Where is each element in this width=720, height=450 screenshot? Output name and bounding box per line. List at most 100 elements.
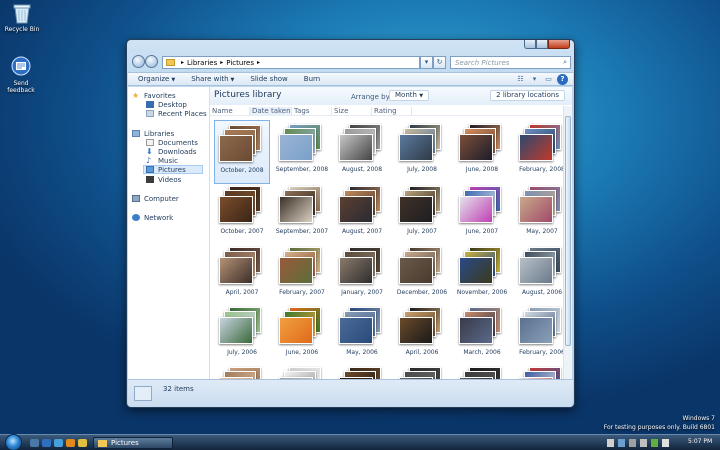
start-button[interactable] <box>5 434 22 450</box>
organize-button[interactable]: Organize ▼ <box>138 75 175 83</box>
photo-group-label: August, 2006 <box>521 289 563 296</box>
photo-group-tile[interactable]: December, 2006 <box>394 243 450 307</box>
breadcrumb-arrow-icon[interactable]: ▸ <box>257 59 260 66</box>
library-locations-button[interactable]: 2 library locations <box>490 90 565 101</box>
photo-thumbnail <box>219 317 253 344</box>
tray-expand-icon[interactable] <box>607 439 614 447</box>
nav-downloads[interactable]: ⬇ Downloads <box>146 147 196 156</box>
photo-group-tile[interactable]: May, 2007 <box>514 182 570 246</box>
maximize-button[interactable] <box>536 40 548 49</box>
show-desktop-icon[interactable] <box>30 439 39 447</box>
back-button[interactable] <box>132 55 145 68</box>
photo-thumbnail <box>459 317 493 344</box>
photo-group-tile[interactable]: July, 2006 <box>214 303 270 367</box>
nav-desktop[interactable]: Desktop <box>146 100 187 109</box>
photo-group-tile[interactable]: January, 2007 <box>334 243 390 307</box>
media-player-icon[interactable] <box>66 439 75 447</box>
tray-volume-icon[interactable] <box>629 439 636 447</box>
photo-group-tile[interactable]: August, 2006 <box>514 243 570 307</box>
photo-group-tile[interactable]: October, 2008 <box>214 120 270 184</box>
nav-music[interactable]: ♪ Music <box>146 156 178 165</box>
photo-group-tile[interactable]: April, 2007 <box>214 243 270 307</box>
share-with-button[interactable]: Share with ▼ <box>191 75 234 83</box>
photo-group-tile[interactable]: September, 2008 <box>274 120 330 184</box>
network-globe-icon <box>132 214 140 221</box>
search-input[interactable]: Search Pictures ⌕ <box>450 56 571 69</box>
preview-pane-icon[interactable]: ▭ <box>543 74 554 85</box>
internet-explorer-icon[interactable] <box>54 439 63 447</box>
tray-power-icon[interactable] <box>651 439 658 447</box>
address-dropdown-icon[interactable]: ▾ <box>420 56 433 69</box>
arrange-by-dropdown[interactable]: Month ▼ <box>389 90 430 101</box>
close-button[interactable] <box>548 40 570 49</box>
photo-group-label: March, 2006 <box>463 349 501 356</box>
address-tools: ▾ ↻ <box>420 56 446 69</box>
minimize-button[interactable] <box>524 40 536 49</box>
forward-button[interactable] <box>145 55 158 68</box>
photo-group-tile[interactable]: May, 2006 <box>334 303 390 367</box>
search-icon[interactable]: ⌕ <box>563 58 567 67</box>
breadcrumb-pictures[interactable]: Pictures <box>226 59 254 67</box>
desktop-icon-recycle-bin[interactable]: Recycle Bin <box>2 2 42 33</box>
photo-group-tile[interactable]: March, 2006 <box>454 303 510 367</box>
photo-group-tile[interactable]: November, 2006 <box>454 243 510 307</box>
library-thumbnail-icon <box>134 386 152 401</box>
tray-action-center-icon[interactable] <box>640 439 647 447</box>
photo-group-label: January, 2007 <box>341 289 383 296</box>
photo-group-tile[interactable]: July, 2007 <box>394 182 450 246</box>
burn-button[interactable]: Burn <box>304 75 320 83</box>
explorer-icon[interactable] <box>42 439 51 447</box>
taskbar-button-pictures[interactable]: Pictures <box>93 437 173 449</box>
photo-group-tile[interactable]: July, 2008 <box>394 120 450 184</box>
taskbar-clock[interactable]: 5:07 PM <box>688 438 712 445</box>
photo-group-tile[interactable]: August, 2008 <box>334 120 390 184</box>
vertical-scrollbar[interactable] <box>563 106 572 379</box>
slide-show-button[interactable]: Slide show <box>250 75 287 83</box>
photo-group-tile[interactable]: February, 2007 <box>274 243 330 307</box>
nav-documents[interactable]: Documents <box>146 138 198 147</box>
photo-group-tile[interactable]: February, 2006 <box>514 303 570 367</box>
photo-thumbnail <box>279 257 313 284</box>
help-icon[interactable]: ? <box>557 74 568 85</box>
photo-group-tile[interactable]: June, 2008 <box>454 120 510 184</box>
photo-group-tile[interactable]: April, 2006 <box>394 303 450 367</box>
photo-group-tile[interactable]: October, 2007 <box>214 182 270 246</box>
desktop-icon-send-feedback[interactable]: Send feedback <box>1 56 41 94</box>
nav-network[interactable]: Network <box>132 213 173 222</box>
views-dropdown-icon[interactable]: ▾ <box>529 74 540 85</box>
photo-group-tile[interactable]: February, 2008 <box>514 120 570 184</box>
column-size[interactable]: Size <box>332 107 372 116</box>
column-tags[interactable]: Tags <box>292 107 332 116</box>
photo-stack-thumbnail <box>459 124 505 162</box>
chevron-down-icon: ▼ <box>230 77 235 83</box>
nav-computer[interactable]: Computer <box>132 194 179 203</box>
nav-libraries[interactable]: Libraries <box>132 129 174 138</box>
photo-group-tile[interactable]: September, 2007 <box>274 182 330 246</box>
nav-pictures[interactable]: Pictures <box>143 165 203 174</box>
folder-icon[interactable] <box>78 439 87 447</box>
tray-network-icon[interactable] <box>618 439 625 447</box>
photo-stack-thumbnail <box>279 307 325 345</box>
address-bar[interactable]: ▸ Libraries ▸ Pictures ▸ <box>162 56 420 69</box>
photo-group-tile[interactable]: June, 2006 <box>274 303 330 367</box>
nav-videos[interactable]: Videos <box>146 175 181 184</box>
column-date-taken[interactable]: Date taken <box>250 107 292 116</box>
photo-stack-thumbnail <box>279 247 325 285</box>
column-rating[interactable]: Rating <box>372 107 412 116</box>
photo-stack-thumbnail <box>219 186 265 224</box>
photo-group-tile[interactable]: August, 2007 <box>334 182 390 246</box>
tray-flag-icon[interactable] <box>662 439 669 447</box>
column-name[interactable]: Name <box>210 107 250 116</box>
photo-group-tile[interactable]: June, 2007 <box>454 182 510 246</box>
breadcrumb-libraries[interactable]: Libraries <box>187 59 217 67</box>
views-icon[interactable]: ☷ <box>515 74 526 85</box>
scrollbar-thumb[interactable] <box>565 116 571 346</box>
refresh-icon[interactable]: ↻ <box>433 56 446 69</box>
photo-group-label: April, 2006 <box>405 349 439 356</box>
nav-favorites[interactable]: ★ Favorites <box>132 91 176 100</box>
photo-stack-thumbnail <box>459 247 505 285</box>
nav-recent-places[interactable]: Recent Places <box>146 109 207 118</box>
view-controls: ☷ ▾ ▭ ? <box>512 74 568 85</box>
navigation-pane: ★ Favorites Desktop Recent Places Librari… <box>128 87 210 379</box>
photo-group-label: July, 2007 <box>407 228 437 235</box>
